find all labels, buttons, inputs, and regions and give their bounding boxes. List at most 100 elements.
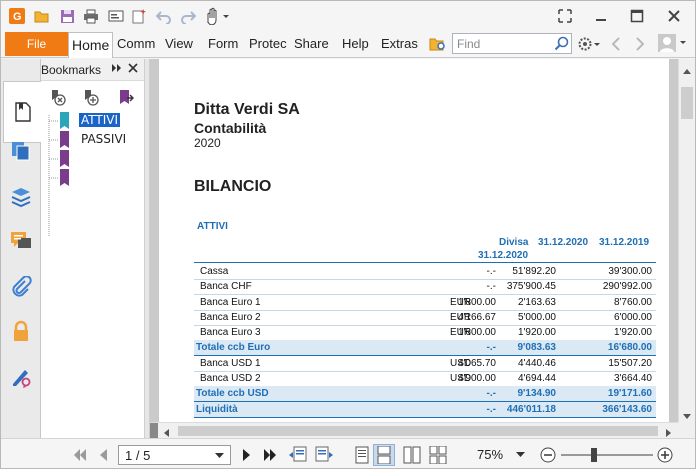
page-number-field[interactable]: 1 / 5	[118, 445, 231, 465]
table-total-row: Totale ccb Euro -.- 9'083.63 16'680.00	[194, 340, 656, 355]
panel-title: Bookmarks	[41, 63, 102, 77]
table-row: Banca Euro 3 EUR 1'600.00 1'920.00 1'920.00	[194, 325, 656, 340]
continuous-page-icon[interactable]	[373, 444, 395, 466]
document-view: Ditta Verdi SA Contabilità 2020 BILANCIO…	[150, 59, 678, 422]
cell-divisa: 4'065.70	[457, 358, 496, 369]
document-subtitle: Contabilità	[194, 120, 267, 136]
cell-label: Banca Euro 3	[200, 327, 261, 338]
cell-label: Cassa	[200, 266, 229, 277]
delete-bookmark-icon[interactable]	[49, 89, 67, 107]
first-page-icon[interactable]	[69, 444, 91, 466]
cell-v2019: 290'992.00	[602, 281, 652, 292]
app-logo-icon[interactable]: G	[8, 7, 26, 25]
email-icon[interactable]	[107, 7, 125, 25]
cell-v2020: 4'440.46	[517, 358, 556, 369]
restore-icon[interactable]	[558, 9, 572, 23]
vertical-scroll-thumb[interactable]	[681, 87, 693, 119]
tab-comment[interactable]: Comm	[117, 36, 155, 51]
pages-icon[interactable]	[7, 137, 35, 165]
next-view-icon[interactable]	[313, 444, 335, 466]
previous-view-icon[interactable]	[287, 444, 309, 466]
table-row: Banca Euro 1 EUR 1'800.00 2'163.63 8'760.00	[194, 295, 656, 310]
vertical-scrollbar[interactable]	[678, 59, 695, 422]
continuous-facing-icon[interactable]	[427, 444, 449, 466]
status-bar: 1 / 5 75%	[1, 438, 695, 468]
facing-pages-icon[interactable]	[401, 444, 423, 466]
single-page-icon[interactable]	[351, 444, 373, 466]
cell-v2019: 39'300.00	[608, 266, 652, 277]
hand-tool-icon[interactable]	[204, 7, 230, 25]
horizontal-scroll-stub	[150, 423, 158, 438]
zoom-slider[interactable]	[561, 454, 653, 456]
folder-search-icon[interactable]	[429, 35, 447, 53]
bookmark-flag-icon	[60, 169, 69, 186]
app-window: G File Home Comm View Form Protec Share …	[0, 0, 696, 469]
scroll-up-icon[interactable]	[683, 63, 691, 77]
cell-label: Banca USD 2	[200, 373, 261, 384]
maximize-icon[interactable]	[630, 9, 644, 23]
cell-divisa: -.-	[486, 404, 496, 415]
open-icon[interactable]	[33, 7, 51, 25]
bookmark-label: ATTIVI	[79, 113, 121, 127]
comments-icon[interactable]	[7, 227, 35, 255]
save-icon[interactable]	[58, 7, 76, 25]
cell-label: Banca Euro 2	[200, 312, 261, 323]
tree-connector-lines	[48, 115, 59, 236]
tab-home[interactable]: Home	[68, 32, 114, 58]
tab-form[interactable]: Form	[208, 36, 238, 51]
new-icon[interactable]	[130, 7, 148, 25]
page-dropdown-icon[interactable]	[215, 453, 224, 459]
last-page-icon[interactable]	[259, 444, 281, 466]
close-icon[interactable]	[667, 9, 681, 23]
cell-label: Banca CHF	[200, 281, 252, 292]
undo-icon[interactable]	[155, 7, 173, 25]
tab-help[interactable]: Help	[342, 36, 369, 51]
security-icon[interactable]	[7, 317, 35, 345]
panel-close-icon[interactable]	[127, 62, 139, 77]
layers-icon[interactable]	[7, 183, 35, 211]
file-menu-button[interactable]: File	[5, 32, 68, 56]
cell-v2019: 8'760.00	[613, 297, 652, 308]
horizontal-scrollbar[interactable]	[150, 422, 678, 438]
bookmark-properties-icon[interactable]	[117, 89, 135, 107]
user-avatar-icon[interactable]	[658, 34, 688, 52]
zoom-slider-handle[interactable]	[591, 448, 597, 462]
cell-label: Totale ccb Euro	[196, 342, 271, 353]
cell-v2019: 15'507.20	[608, 358, 652, 369]
zoom-out-icon[interactable]	[537, 444, 559, 466]
tab-protect[interactable]: Protec	[249, 36, 287, 51]
zoom-dropdown-icon[interactable]	[516, 447, 525, 461]
next-page-icon[interactable]	[235, 444, 257, 466]
search-input[interactable]	[453, 34, 551, 53]
column-header-2019: 31.12.2019	[599, 237, 650, 248]
nav-back-icon[interactable]	[607, 35, 625, 53]
search-icon[interactable]	[554, 36, 569, 54]
previous-page-icon[interactable]	[93, 444, 115, 466]
expand-panel-icon[interactable]	[111, 62, 123, 77]
tab-extras[interactable]: Extras	[381, 36, 418, 51]
table-row: Cassa -.- 51'892.20 39'300.00	[194, 264, 656, 279]
cell-v2020: 446'011.18	[506, 404, 556, 415]
cell-v2019: 1'920.00	[613, 327, 652, 338]
page-indicator: 1 / 5	[125, 448, 151, 463]
zoom-level[interactable]: 75%	[477, 447, 503, 462]
bookmarks-icon[interactable]	[3, 81, 41, 143]
horizontal-scroll-thumb[interactable]	[178, 426, 658, 436]
quick-access-toolbar: G	[1, 1, 695, 31]
redo-icon[interactable]	[179, 7, 197, 25]
tab-view[interactable]: View	[165, 36, 193, 51]
header-rule	[194, 262, 656, 263]
zoom-in-icon[interactable]	[654, 444, 676, 466]
minimize-icon[interactable]	[594, 9, 608, 23]
settings-icon[interactable]	[577, 35, 601, 53]
print-icon[interactable]	[82, 7, 100, 25]
attachments-icon[interactable]	[7, 273, 35, 301]
cell-divisa: -.-	[486, 281, 496, 292]
add-bookmark-icon[interactable]	[82, 89, 100, 107]
tab-share[interactable]: Share	[294, 36, 329, 51]
nav-forward-icon[interactable]	[631, 35, 649, 53]
table-row: Banca Euro 2 EUR 4'166.67 5'000.00 6'000.00	[194, 310, 656, 325]
bookmark-flag-icon	[60, 131, 69, 148]
scroll-down-icon[interactable]	[683, 409, 691, 423]
signature-icon[interactable]	[7, 363, 35, 391]
